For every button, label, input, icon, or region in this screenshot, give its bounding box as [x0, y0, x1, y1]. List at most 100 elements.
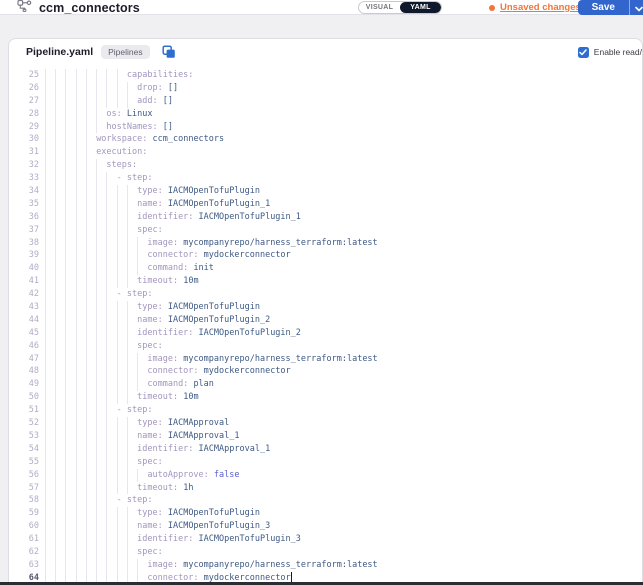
yaml-value: plan	[193, 379, 213, 389]
code-line[interactable]: 63 image: mycompanyrepo/harness_terrafor…	[9, 559, 642, 572]
indent-guide	[117, 417, 118, 430]
code-line[interactable]: 36 identifier: IACMOpenTofuPlugin_1	[9, 211, 642, 224]
code-content: command: init	[45, 262, 642, 275]
code-line[interactable]: 25 capabilities:	[9, 69, 642, 82]
indent-guide	[106, 275, 107, 288]
code-line[interactable]: 44 name: IACMOpenTofuPlugin_2	[9, 314, 642, 327]
code-content: spec:	[45, 340, 642, 353]
indent-guide	[45, 443, 46, 456]
code-line[interactable]: 47 image: mycompanyrepo/harness_terrafor…	[9, 353, 642, 366]
indent-guide	[86, 159, 87, 172]
code-content: spec:	[45, 456, 642, 469]
code-line[interactable]: 45 identifier: IACMOpenTofuPlugin_2	[9, 327, 642, 340]
indent-guide	[76, 327, 77, 340]
indent-guide	[45, 430, 46, 443]
code-line[interactable]: 32 steps:	[9, 159, 642, 172]
indent-guide	[55, 185, 56, 198]
visual-toggle-button[interactable]: VISUAL	[359, 2, 400, 13]
code-line[interactable]: 52 type: IACMApproval	[9, 417, 642, 430]
indent-guide	[45, 121, 46, 134]
indent-guide	[86, 417, 87, 430]
checkbox-checked-icon[interactable]	[578, 47, 589, 58]
code-line[interactable]: 27 add: []	[9, 95, 642, 108]
yaml-key: timeout:	[137, 483, 178, 493]
indent-guide	[65, 533, 66, 546]
code-line[interactable]: 48 connector: mydockerconnector	[9, 365, 642, 378]
indent-guide	[55, 559, 56, 572]
save-dropdown-button[interactable]	[629, 0, 643, 15]
code-line[interactable]: 33 - step:	[9, 172, 642, 185]
indent-guide	[65, 249, 66, 262]
code-line[interactable]: 58 - step:	[9, 494, 642, 507]
code-line[interactable]: 51 - step:	[9, 404, 642, 417]
unsaved-changes-link[interactable]: Unsaved changes	[500, 2, 581, 13]
indent-guide	[45, 159, 46, 172]
code-line[interactable]: 43 type: IACMOpenTofuPlugin	[9, 301, 642, 314]
indent-guide	[45, 365, 46, 378]
code-line[interactable]: 28 os: Linux	[9, 108, 642, 121]
code-line[interactable]: 46 spec:	[9, 340, 642, 353]
code-line[interactable]: 30 workspace: ccm_connectors	[9, 133, 642, 146]
code-line[interactable]: 34 type: IACMOpenTofuPlugin	[9, 185, 642, 198]
line-number: 51	[9, 404, 39, 417]
yaml-key: identifier:	[137, 534, 193, 544]
indent-guide	[65, 572, 66, 582]
yaml-value: init	[193, 263, 213, 273]
code-line[interactable]: 62 spec:	[9, 546, 642, 559]
indent-guide	[96, 494, 97, 507]
code-line[interactable]: 60 name: IACMOpenTofuPlugin_3	[9, 520, 642, 533]
indent-guide	[86, 365, 87, 378]
indent-guide	[117, 507, 118, 520]
code-line[interactable]: 26 drop: []	[9, 82, 642, 95]
code-line[interactable]: 31 execution:	[9, 146, 642, 159]
code-line[interactable]: 40 command: init	[9, 262, 642, 275]
line-number: 26	[9, 82, 39, 95]
indent-guide	[106, 378, 107, 391]
indent-guide	[117, 430, 118, 443]
code-line[interactable]: 29 hostNames: []	[9, 121, 642, 134]
code-line[interactable]: 61 identifier: IACMOpenTofuPlugin_3	[9, 533, 642, 546]
code-line[interactable]: 38 image: mycompanyrepo/harness_terrafor…	[9, 237, 642, 250]
code-line[interactable]: 41 timeout: 10m	[9, 275, 642, 288]
indent-guide	[86, 121, 87, 134]
code-line[interactable]: 39 connector: mydockerconnector	[9, 249, 642, 262]
yaml-value: IACMOpenTofuPlugin_2	[199, 328, 301, 338]
indent-guide	[45, 353, 46, 366]
code-line[interactable]: 49 command: plan	[9, 378, 642, 391]
code-line[interactable]: 56 autoApprove: false	[9, 469, 642, 482]
indent-guide	[127, 456, 128, 469]
indent-guide	[76, 404, 77, 417]
indent-guide	[106, 546, 107, 559]
line-number: 55	[9, 456, 39, 469]
yaml-value: 10m	[183, 392, 198, 402]
yaml-toggle-button[interactable]: YAML	[400, 2, 441, 13]
indent-guide	[45, 417, 46, 430]
indent-guide	[96, 559, 97, 572]
save-button[interactable]: Save	[578, 0, 629, 15]
code-line[interactable]: 42 - step:	[9, 288, 642, 301]
code-line[interactable]: 59 type: IACMOpenTofuPlugin	[9, 507, 642, 520]
indent-guide	[45, 198, 46, 211]
code-line[interactable]: 35 name: IACMOpenTofuPlugin_1	[9, 198, 642, 211]
enable-edit-toggle[interactable]: Enable read/	[578, 39, 642, 65]
indent-guide	[96, 327, 97, 340]
indent-guide	[45, 288, 46, 301]
code-line[interactable]: 57 timeout: 1h	[9, 482, 642, 495]
indent-guide	[96, 82, 97, 95]
line-number: 41	[9, 275, 39, 288]
yaml-key: - step:	[117, 495, 153, 505]
code-line[interactable]: 54 identifier: IACMApproval_1	[9, 443, 642, 456]
indent-guide	[45, 404, 46, 417]
copy-icon[interactable]	[162, 45, 176, 59]
indent-guide	[117, 391, 118, 404]
code-line[interactable]: 37 spec:	[9, 224, 642, 237]
code-line[interactable]: 50 timeout: 10m	[9, 391, 642, 404]
indent-guide	[65, 456, 66, 469]
yaml-editor[interactable]: 25 capabilities:26 drop: []27 add: []28 …	[9, 65, 642, 582]
code-line[interactable]: 53 name: IACMApproval_1	[9, 430, 642, 443]
code-line[interactable]: 55 spec:	[9, 456, 642, 469]
indent-guide	[65, 301, 66, 314]
indent-guide	[117, 340, 118, 353]
yaml-value: IACMOpenTofuPlugin	[168, 302, 260, 312]
code-line[interactable]: 64 connector: mydockerconnector	[9, 572, 642, 582]
